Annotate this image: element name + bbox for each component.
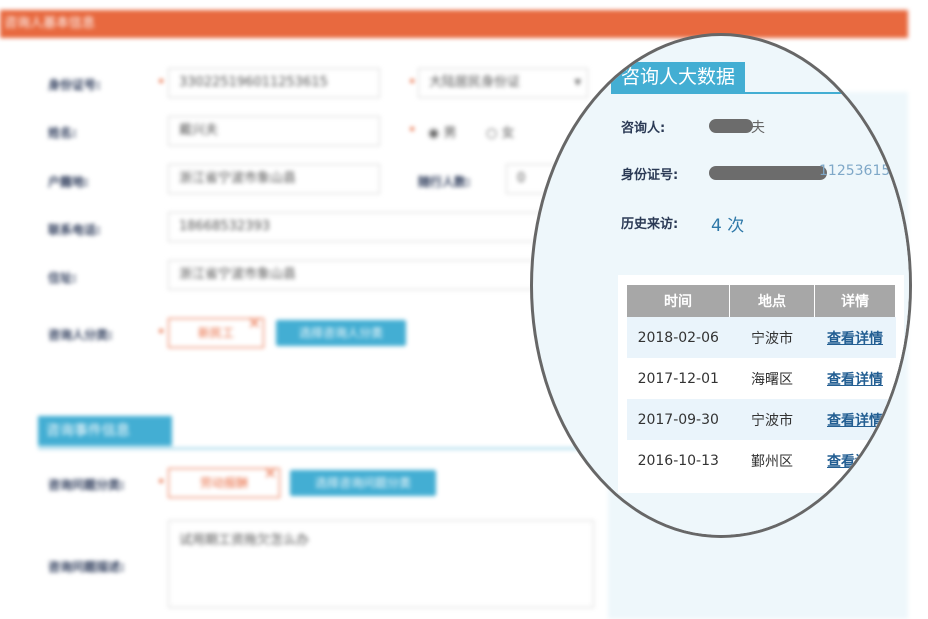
- row-place: 宁波市: [729, 317, 815, 358]
- people-count-label: 随行人数:: [418, 175, 471, 189]
- issue-desc-label: 咨询问题描述:: [48, 560, 125, 574]
- panel-title: 咨询人大数据: [611, 62, 745, 92]
- required-mark: •: [157, 324, 166, 340]
- form-header: 咨询人基本信息: [0, 10, 908, 38]
- issue-desc-textarea[interactable]: 试用期工资拖欠怎么办: [168, 520, 594, 608]
- table-row: 2017-09-30 宁波市 查看详情: [627, 399, 896, 440]
- residence-input[interactable]: 浙江省宁波市象山县: [168, 164, 380, 194]
- address-label: 住址:: [48, 271, 77, 285]
- row-place: 宁波市: [729, 399, 815, 440]
- consultant-name-tail: 夫: [751, 120, 765, 136]
- select-issue-category-button[interactable]: 选择咨询问题分类: [290, 470, 436, 496]
- table-row: 2017-12-01 海曙区 查看详情: [627, 358, 896, 399]
- row-date: 2017-09-30: [627, 399, 730, 440]
- view-detail-link[interactable]: 查看详情: [827, 331, 883, 347]
- table-row: 2018-02-06 宁波市 查看详情: [627, 317, 896, 358]
- col-header-detail: 详情: [814, 285, 896, 317]
- row-date: 2017-12-01: [637, 370, 719, 387]
- residence-label: 户籍地:: [48, 175, 89, 189]
- row-date: 2016-10-13: [637, 452, 719, 469]
- row-date: 2018-02-06: [627, 317, 730, 358]
- view-detail-link[interactable]: 查看详情: [827, 413, 883, 429]
- masked-id-number: [709, 166, 827, 180]
- required-mark: •: [157, 474, 166, 490]
- col-header-time: 时间: [627, 285, 730, 317]
- magnifier-lens: 咨询人大数据 咨询人: 夫 身份证号: 11253615 历史来访: 4 次 时…: [530, 33, 912, 538]
- col-header-place: 地点: [729, 285, 815, 317]
- address-input[interactable]: 浙江省宁波市象山县: [168, 260, 590, 290]
- consultant-type-label: 咨询人分类:: [48, 328, 113, 342]
- name-input[interactable]: 戴兴夫: [168, 116, 380, 146]
- section-divider: [38, 448, 608, 449]
- visits-value: 4 次: [711, 216, 745, 236]
- phone-input[interactable]: 18668532393: [168, 212, 590, 242]
- gender-radio-male[interactable]: ◉ 男: [428, 122, 457, 141]
- required-mark: •: [408, 122, 417, 138]
- required-mark: •: [408, 74, 417, 90]
- phone-label: 联系电话:: [48, 223, 101, 237]
- row-place: 海曙区: [751, 371, 793, 388]
- gender-male-label: 男: [443, 126, 457, 141]
- id-number-input[interactable]: 330225196011253615: [168, 68, 380, 98]
- name-label: 姓名:: [48, 126, 77, 140]
- id-number-tail: 11253615: [819, 163, 891, 179]
- consultant-type-tag[interactable]: 新民工: [168, 309, 264, 348]
- visits-label: 历史来访:: [621, 217, 679, 232]
- row-place: 鄞州区: [751, 453, 793, 470]
- consultant-label: 咨询人:: [621, 121, 666, 136]
- issue-category-tag[interactable]: 劳动报酬: [168, 459, 280, 498]
- view-detail-link[interactable]: 查看详情: [827, 454, 883, 470]
- id-number-label: 身份证号:: [48, 78, 101, 92]
- masked-consultant-name: [709, 119, 753, 133]
- gender-female-label: 女: [501, 126, 515, 141]
- required-mark: •: [157, 74, 166, 90]
- gender-radio-female[interactable]: ○ 女: [486, 122, 515, 141]
- id-label: 身份证号:: [621, 168, 679, 183]
- view-detail-link[interactable]: 查看详情: [827, 372, 883, 388]
- panel-title-underline: [611, 92, 909, 94]
- table-row: 2016-10-13 鄞州区 查看详情: [627, 440, 896, 481]
- section-title: 咨询事件信息: [38, 416, 172, 446]
- history-table: 时间 地点 详情 2018-02-06 宁波市 查看详情 2017-12-01 …: [627, 285, 896, 481]
- select-consultant-type-button[interactable]: 选择咨询人分类: [276, 320, 406, 346]
- issue-category-label: 咨询问题分类:: [48, 478, 125, 492]
